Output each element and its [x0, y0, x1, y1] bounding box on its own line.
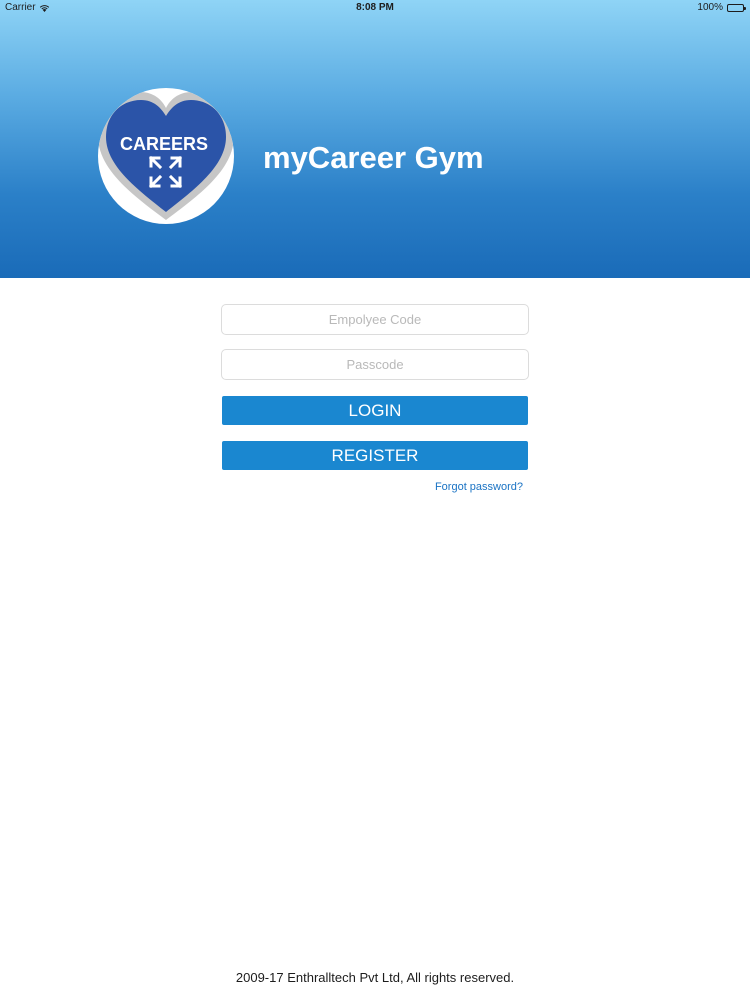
app-logo: CAREERS	[98, 88, 234, 224]
status-time: 8:08 PM	[356, 2, 394, 13]
forgot-password-link[interactable]: Forgot password?	[435, 481, 523, 493]
footer-copyright: 2009-17 Enthralltech Pvt Ltd, All rights…	[235, 970, 515, 985]
header-banner: Carrier 8:08 PM 100% CAREERS myCareer Gy…	[0, 0, 750, 278]
status-bar: Carrier 8:08 PM 100%	[0, 0, 750, 16]
battery-icon	[727, 3, 746, 12]
employee-code-input[interactable]	[221, 304, 529, 335]
login-button[interactable]: LOGIN	[222, 396, 528, 425]
battery-percent: 100%	[697, 2, 723, 13]
register-button[interactable]: REGISTER	[222, 441, 528, 470]
passcode-input[interactable]	[221, 349, 529, 380]
logo-text: CAREERS	[120, 134, 208, 154]
status-battery: 100%	[697, 2, 746, 13]
app-title: myCareer Gym	[263, 140, 484, 175]
careers-heart-icon: CAREERS	[98, 92, 234, 220]
